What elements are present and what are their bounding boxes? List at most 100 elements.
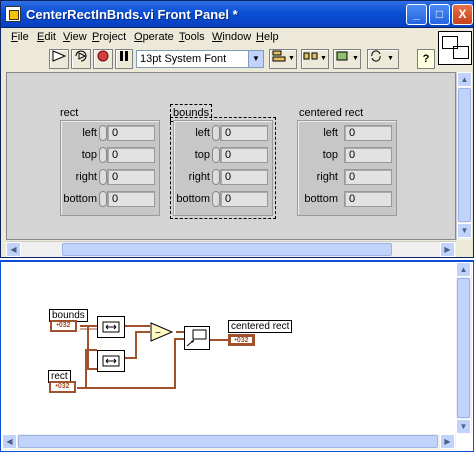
block-diagram-wires <box>77 325 228 389</box>
run-button[interactable] <box>49 49 69 69</box>
centered-bottom-field: bottom 0 <box>298 189 398 209</box>
vi-icon-pane[interactable] <box>438 31 472 65</box>
scroll-up-icon[interactable]: ▲ <box>457 72 472 87</box>
menu-view[interactable]: View <box>63 31 87 43</box>
rect-top-input[interactable]: 0 <box>107 147 155 163</box>
rect-right-input[interactable]: 0 <box>107 169 155 185</box>
increment-arrows-icon[interactable] <box>99 147 107 163</box>
context-help-button[interactable]: ? <box>417 49 435 69</box>
centered-rect-terminal-label: centered rect <box>228 320 293 333</box>
field-label: top <box>194 149 210 161</box>
scroll-down-icon[interactable]: ▼ <box>457 223 472 238</box>
get-bounds-size-node[interactable] <box>97 350 125 372</box>
svg-text:▼: ▼ <box>288 55 295 62</box>
subtract-triangle-icon: − <box>150 322 174 345</box>
bounds-control-terminal[interactable]: •032 <box>50 320 77 332</box>
increment-arrows-icon[interactable] <box>99 169 107 185</box>
field-label: top <box>81 149 97 161</box>
scroll-left-icon[interactable]: ◀ <box>2 434 17 449</box>
increment-arrows-icon[interactable] <box>99 191 107 207</box>
svg-text:▼: ▼ <box>352 55 359 62</box>
scroll-left-icon[interactable]: ◀ <box>6 242 21 257</box>
scroll-down-icon[interactable]: ▼ <box>456 419 471 434</box>
align-objects-button[interactable]: ▼ <box>269 49 297 69</box>
rect-outline-icon <box>453 46 469 59</box>
get-rect-size-node[interactable] <box>97 316 125 338</box>
font-select[interactable]: 13pt System Font ▼ <box>136 50 264 68</box>
centered-left-field: left 0 <box>298 123 398 143</box>
scroll-right-icon[interactable]: ▶ <box>440 242 455 257</box>
align-icon: ▼ <box>271 50 295 65</box>
menu-window[interactable]: Window <box>212 31 251 43</box>
resize-objects-button[interactable]: ▼ <box>333 49 361 69</box>
labview-vi-icon[interactable] <box>5 6 21 22</box>
menu-help[interactable]: Help <box>256 31 279 43</box>
rect-left-input[interactable]: 0 <box>107 125 155 141</box>
increment-arrows-icon[interactable] <box>212 191 220 207</box>
scroll-up-icon[interactable]: ▲ <box>456 262 471 277</box>
diagram-vertical-scrollbar[interactable]: ▲ ▼ <box>456 262 472 434</box>
rect-control-terminal[interactable]: •032 <box>49 381 76 393</box>
minimize-button[interactable]: _ <box>406 4 427 25</box>
field-label: top <box>322 149 338 161</box>
offset-rect-node[interactable] <box>184 326 210 350</box>
pause-button[interactable] <box>115 49 133 69</box>
centered-right-value: 0 <box>344 169 392 185</box>
resize-icon: ▼ <box>335 51 359 65</box>
menu-file[interactable]: File <box>11 31 29 43</box>
menu-edit[interactable]: Edit <box>37 31 56 43</box>
title-bar[interactable]: CenterRectInBnds.vi Front Panel * _ □ X <box>1 1 473 28</box>
field-label: left <box>82 127 97 139</box>
bounds-top-input[interactable]: 0 <box>220 147 268 163</box>
field-label: left <box>195 127 210 139</box>
menu-operate[interactable]: Operate <box>134 31 174 43</box>
centered-rect-cluster-label: centered rect <box>299 107 364 119</box>
toolbar: 13pt System Font ▼ ▼ ▼ ▼ ▼ <box>1 47 436 71</box>
bounds-right-input[interactable]: 0 <box>220 169 268 185</box>
centered-rect-indicator-terminal[interactable]: •032 <box>228 334 255 346</box>
increment-arrows-icon[interactable] <box>212 147 220 163</box>
bounds-right-field: right 0 <box>174 167 274 187</box>
bounds-cluster-label: bounds <box>169 104 213 122</box>
rect-bottom-input[interactable]: 0 <box>107 191 155 207</box>
bounds-bottom-input[interactable]: 0 <box>220 191 268 207</box>
close-button[interactable]: X <box>452 4 473 25</box>
maximize-button[interactable]: □ <box>429 4 450 25</box>
increment-arrows-icon[interactable] <box>212 169 220 185</box>
font-select-value: 13pt System Font <box>140 53 227 65</box>
scroll-thumb[interactable] <box>62 243 392 256</box>
field-label: right <box>75 171 97 183</box>
diagram-horizontal-scrollbar[interactable]: ◀ ▶ <box>2 434 456 450</box>
scroll-thumb[interactable] <box>458 88 471 222</box>
bounds-top-field: top 0 <box>174 145 274 165</box>
increment-arrows-icon[interactable] <box>212 125 220 141</box>
menu-project[interactable]: Project <box>92 31 126 43</box>
field-label: left <box>323 127 338 139</box>
cluster-type-text: •032 <box>55 383 70 390</box>
reorder-button[interactable]: ▼ <box>367 49 399 69</box>
rect-cluster[interactable]: left 0 top 0 right 0 bottom 0 <box>60 120 160 216</box>
svg-text:▼: ▼ <box>387 55 394 62</box>
chevron-down-icon: ▼ <box>248 51 263 67</box>
cluster-type-text: •032 <box>234 337 249 344</box>
scroll-right-icon[interactable]: ▶ <box>440 434 455 449</box>
centered-top-value: 0 <box>344 147 392 163</box>
bounds-cluster[interactable]: left 0 top 0 right 0 bottom 0 <box>170 117 276 219</box>
scroll-thumb[interactable] <box>18 435 438 448</box>
svg-text:−: − <box>155 328 161 339</box>
run-continuously-button[interactable] <box>71 49 91 69</box>
distribute-objects-button[interactable]: ▼ <box>301 49 329 69</box>
menu-tools[interactable]: Tools <box>179 31 205 43</box>
front-panel-vertical-scrollbar[interactable]: ▲ ▼ <box>456 72 472 240</box>
scroll-thumb[interactable] <box>457 278 470 418</box>
rect-cluster-label: rect <box>60 107 79 119</box>
bounds-left-input[interactable]: 0 <box>220 125 268 141</box>
front-panel-canvas[interactable]: rect left 0 top 0 right 0 bottom 0 bounds le… <box>6 72 456 240</box>
svg-text:▼: ▼ <box>320 55 327 62</box>
abort-button[interactable] <box>93 49 113 69</box>
front-panel-horizontal-scrollbar[interactable]: ◀ ▶ <box>6 241 456 257</box>
increment-arrows-icon[interactable] <box>99 125 107 141</box>
field-label: bottom <box>176 193 210 205</box>
subtract-node[interactable]: − <box>150 322 174 345</box>
pause-icon <box>119 51 129 65</box>
